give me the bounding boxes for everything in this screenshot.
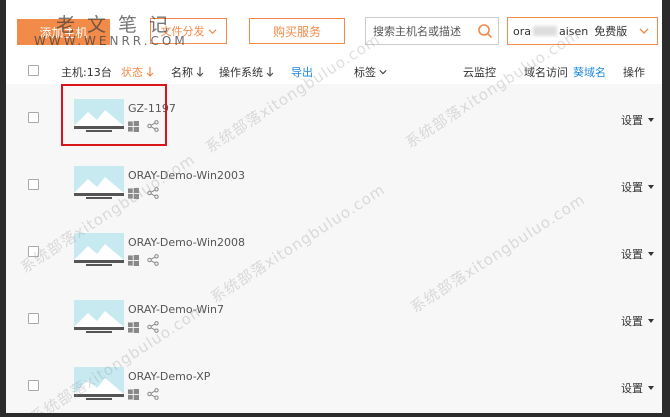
account-plan: 免费版 bbox=[594, 25, 628, 38]
windows-icon bbox=[128, 255, 139, 266]
actions-header: 操作 bbox=[623, 66, 645, 79]
windows-icon bbox=[128, 322, 139, 333]
table-row[interactable]: ORAY-Demo-Win2008 设置 bbox=[6, 218, 662, 286]
sort-os-label: 操作系统 bbox=[219, 66, 263, 79]
host-name[interactable]: ORAY-Demo-Win2003 bbox=[128, 169, 245, 182]
monitor-icon bbox=[74, 300, 124, 333]
host-count: 主机:13台 bbox=[61, 66, 112, 79]
settings-label: 设置 bbox=[621, 181, 643, 194]
get-domain-link[interactable]: 葵域名 bbox=[573, 64, 606, 80]
domain-access-header: 域名访问 bbox=[524, 66, 568, 79]
tags-filter[interactable]: 标签 bbox=[354, 64, 387, 80]
row-checkbox[interactable] bbox=[28, 313, 39, 324]
windows-icon bbox=[128, 121, 139, 132]
windows-icon bbox=[128, 188, 139, 199]
chevron-down-icon bbox=[207, 28, 217, 34]
chevron-down-icon bbox=[639, 28, 649, 34]
windows-icon bbox=[128, 389, 139, 400]
sort-status[interactable]: 状态 bbox=[121, 64, 154, 80]
share-icon[interactable] bbox=[147, 187, 159, 199]
buy-service-button[interactable]: 购买服务 bbox=[249, 18, 345, 44]
host-name[interactable]: ORAY-Demo-Win7 bbox=[128, 303, 224, 316]
file-distribute-button[interactable]: 文件分发 bbox=[150, 18, 227, 44]
app-frame: 添加主机 文件分发 购买服务 ora aisen 免费版 老文笔记 WWW.WE… bbox=[6, 0, 662, 413]
tags-filter-label: 标签 bbox=[354, 66, 376, 79]
sort-name-label: 名称 bbox=[171, 66, 193, 79]
table-row[interactable]: ORAY-Demo-XP 设置 bbox=[6, 352, 662, 413]
caret-down-icon bbox=[648, 252, 654, 256]
settings-dropdown[interactable]: 设置 bbox=[621, 246, 654, 262]
caret-down-icon bbox=[648, 319, 654, 323]
caret-down-icon bbox=[648, 185, 654, 189]
table-row[interactable]: ORAY-Demo-Win7 设置 bbox=[6, 285, 662, 353]
chevron-down-icon bbox=[379, 70, 387, 75]
row-checkbox[interactable] bbox=[28, 380, 39, 391]
file-distribute-label: 文件分发 bbox=[160, 25, 205, 38]
monitor-icon bbox=[74, 233, 124, 266]
search-input[interactable] bbox=[366, 18, 476, 44]
settings-dropdown[interactable]: 设置 bbox=[621, 313, 654, 329]
account-name-redacted bbox=[533, 26, 557, 36]
settings-dropdown[interactable]: 设置 bbox=[621, 112, 654, 128]
cloud-monitor-header: 云监控 bbox=[463, 66, 496, 79]
host-name[interactable]: GZ-1197 bbox=[128, 102, 176, 115]
export-link[interactable]: 导出 bbox=[291, 64, 313, 80]
share-icon[interactable] bbox=[147, 120, 159, 132]
host-name[interactable]: ORAY-Demo-XP bbox=[128, 370, 210, 383]
sort-os[interactable]: 操作系统 bbox=[219, 64, 274, 80]
settings-label: 设置 bbox=[621, 114, 643, 127]
table-header: 主机:13台 状态 名称 操作系统 导出 标签 云监控 域名访问 葵域名 操作 bbox=[6, 58, 662, 84]
row-checkbox[interactable] bbox=[28, 179, 39, 190]
select-all-checkbox[interactable] bbox=[28, 65, 39, 76]
settings-label: 设置 bbox=[621, 382, 643, 395]
share-icon[interactable] bbox=[147, 321, 159, 333]
account-dropdown[interactable]: ora aisen 免费版 bbox=[507, 17, 658, 45]
account-name-prefix: ora bbox=[513, 24, 531, 38]
account-name-suffix: aisen bbox=[559, 24, 589, 38]
arrow-down-icon bbox=[146, 67, 154, 77]
monitor-icon bbox=[74, 166, 124, 199]
share-icon[interactable] bbox=[147, 254, 159, 266]
row-checkbox[interactable] bbox=[28, 112, 39, 123]
row-checkbox[interactable] bbox=[28, 246, 39, 257]
arrow-down-icon bbox=[266, 67, 274, 77]
monitor-icon bbox=[74, 367, 124, 400]
sort-status-label: 状态 bbox=[121, 66, 143, 79]
monitor-icon bbox=[74, 99, 124, 132]
settings-label: 设置 bbox=[621, 315, 643, 328]
table-row[interactable]: GZ-1197 设置 bbox=[6, 84, 662, 152]
settings-label: 设置 bbox=[621, 248, 643, 261]
search-icon[interactable] bbox=[477, 23, 493, 39]
settings-dropdown[interactable]: 设置 bbox=[621, 380, 654, 396]
scrollbar[interactable] bbox=[662, 0, 670, 417]
caret-down-icon bbox=[648, 386, 654, 390]
settings-dropdown[interactable]: 设置 bbox=[621, 179, 654, 195]
toolbar: 添加主机 文件分发 购买服务 ora aisen 免费版 老文笔记 WWW.WE… bbox=[6, 0, 662, 58]
sort-name[interactable]: 名称 bbox=[171, 64, 204, 80]
arrow-down-icon bbox=[196, 67, 204, 77]
caret-down-icon bbox=[648, 118, 654, 122]
share-icon[interactable] bbox=[147, 388, 159, 400]
host-name[interactable]: ORAY-Demo-Win2008 bbox=[128, 236, 245, 249]
search-box bbox=[365, 17, 499, 45]
table-row[interactable]: ORAY-Demo-Win2003 设置 bbox=[6, 151, 662, 219]
add-host-button[interactable]: 添加主机 bbox=[17, 19, 110, 45]
